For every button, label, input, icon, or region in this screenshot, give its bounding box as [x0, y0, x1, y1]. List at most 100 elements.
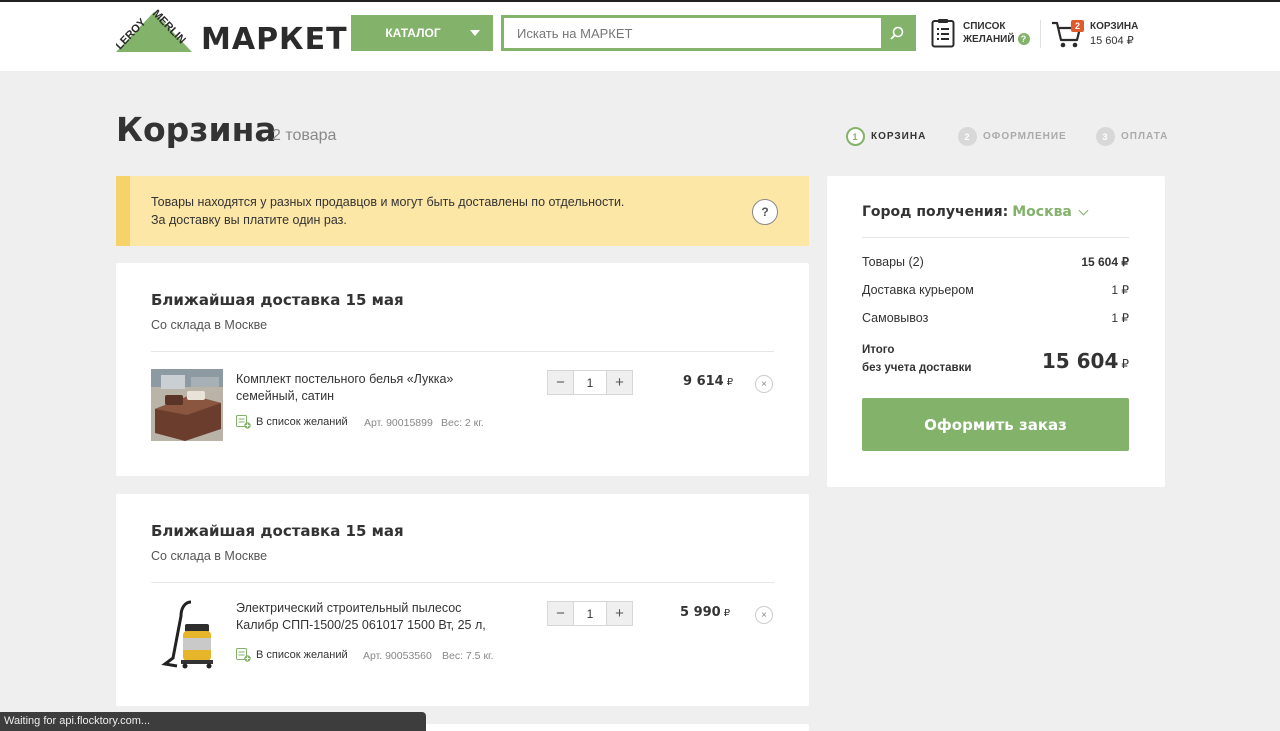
summary-row-courier: Доставка курьером 1 ₽	[862, 283, 1129, 297]
browser-status-bar: Waiting for api.flocktory.com...	[0, 712, 426, 731]
divider	[151, 582, 774, 583]
remove-item-button[interactable]: ×	[755, 606, 773, 624]
product-name[interactable]: Комплект постельного белья «Лукка» семей…	[236, 371, 506, 405]
step-number: 3	[1096, 127, 1115, 146]
quantity-stepper: − +	[547, 601, 633, 626]
step-cart: 1 КОРЗИНА	[846, 127, 926, 146]
row-label: Самовывоз	[862, 311, 929, 325]
wishlist-link[interactable]: СПИСОК ЖЕЛАНИЙ?	[931, 16, 1030, 50]
increase-button[interactable]: +	[607, 371, 632, 394]
quantity-stepper: − +	[547, 370, 633, 395]
summary-row-goods: Товары (2) 15 604 ₽	[862, 255, 1129, 269]
leroy-merlin-logo-icon: LEROY MERLIN	[114, 8, 192, 52]
product-weight: Вес: 2 кг.	[441, 417, 484, 429]
total-label-line1: Итого	[862, 344, 895, 356]
search-button[interactable]	[881, 18, 913, 48]
cart-link[interactable]: 2 КОРЗИНА 15 604 ₽	[1051, 16, 1138, 52]
cart-label: КОРЗИНА	[1090, 21, 1139, 32]
product-name-line2: семейный, сатин	[236, 389, 335, 403]
clipboard-list-icon	[931, 19, 955, 48]
shipment-card: Ближайшая доставка 15 мая Со склада в Мо…	[116, 263, 809, 476]
wishlist-line2: ЖЕЛАНИЙ	[963, 34, 1015, 45]
step-label: ОФОРМЛЕНИЕ	[983, 131, 1067, 142]
cart-text: КОРЗИНА 15 604 ₽	[1090, 20, 1138, 48]
seller-notice: Товары находятся у разных продавцов и мо…	[116, 176, 809, 246]
shipment-subtitle: Со склада в Москве	[151, 318, 268, 332]
wishlist-add-icon	[236, 648, 251, 662]
product-price: 9 614 ₽	[683, 374, 733, 389]
quantity-input[interactable]	[573, 602, 607, 625]
decrease-button[interactable]: −	[548, 371, 573, 394]
cart-icon-wrap: 2	[1051, 18, 1084, 50]
total-label-line2: без учета доставки	[862, 362, 972, 374]
catalog-label: КАТАЛОГ	[385, 26, 441, 40]
chevron-down-icon	[1078, 205, 1089, 215]
increase-button[interactable]: +	[607, 602, 632, 625]
product-image-vacuum[interactable]	[151, 598, 223, 670]
row-label: Доставка курьером	[862, 283, 974, 297]
divider	[151, 351, 774, 352]
search-input[interactable]	[504, 18, 884, 48]
step-checkout: 2 ОФОРМЛЕНИЕ	[958, 127, 1067, 146]
add-to-wishlist-link[interactable]: В список желаний	[236, 648, 348, 662]
add-to-wishlist-link[interactable]: В список желаний	[236, 415, 348, 429]
product-name-line1: Электрический строительный пылесос	[236, 601, 462, 615]
search-box	[501, 15, 916, 51]
currency: ₽	[1121, 357, 1129, 371]
city-value[interactable]: Москва	[1012, 204, 1072, 220]
row-value: 1 ₽	[1111, 311, 1129, 325]
shipment-title: Ближайшая доставка 15 мая	[151, 291, 404, 309]
quantity-input[interactable]	[573, 371, 607, 394]
total-value: 15 604 ₽	[1042, 349, 1129, 373]
notice-help-button[interactable]: ?	[752, 199, 778, 225]
cart-total: 15 604 ₽	[1090, 35, 1134, 47]
product-name-line1: Комплект постельного белья «Лукка»	[236, 372, 454, 386]
product-name[interactable]: Электрический строительный пылесос Калиб…	[236, 600, 536, 634]
row-value: 15 604 ₽	[1081, 255, 1129, 269]
logo[interactable]: LEROY MERLIN МАРКЕТ	[114, 6, 347, 57]
decrease-button[interactable]: −	[548, 602, 573, 625]
shipment-title: Ближайшая доставка 15 мая	[151, 522, 404, 540]
place-order-button[interactable]: Оформить заказ	[862, 398, 1129, 451]
city-selector[interactable]: Город получения: Москва	[862, 204, 1089, 220]
city-label: Город получения:	[862, 204, 1009, 220]
product-article: Арт. 90015899	[364, 417, 433, 429]
order-summary: Город получения: Москва Товары (2) 15 60…	[827, 176, 1165, 487]
checkout-steps: 1 КОРЗИНА 2 ОФОРМЛЕНИЕ 3 ОПЛАТА	[846, 127, 1167, 147]
total-label: Итого без учета доставки	[862, 341, 971, 377]
row-value: 1 ₽	[1111, 283, 1129, 297]
product-name-line2: Калибр СПП-1500/25 061017 1500 Вт, 25 л,	[236, 618, 486, 632]
currency: ₽	[723, 608, 731, 619]
product-weight: Вес: 7.5 кг.	[442, 650, 494, 662]
wishlist-add-icon	[236, 415, 251, 429]
catalog-button[interactable]: КАТАЛОГ	[351, 15, 493, 51]
currency: ₽	[726, 377, 734, 388]
product-article: Арт. 90053560	[363, 650, 432, 662]
page-title: Корзина	[116, 110, 277, 149]
shipment-card: Ближайшая доставка 15 мая Со склада в Мо…	[116, 494, 809, 706]
item-count: 2 товара	[272, 127, 337, 144]
caret-down-icon	[470, 30, 480, 36]
row-label: Товары (2)	[862, 255, 924, 269]
remove-item-button[interactable]: ×	[755, 375, 773, 393]
cart-count-badge: 2	[1071, 20, 1084, 32]
shipment-subtitle: Со склада в Москве	[151, 549, 268, 563]
wishlist-text: СПИСОК ЖЕЛАНИЙ?	[963, 20, 1030, 46]
step-label: КОРЗИНА	[871, 131, 927, 142]
price-value: 9 614	[683, 374, 724, 389]
summary-row-pickup: Самовывоз 1 ₽	[862, 311, 1129, 325]
wishlist-label: В список желаний	[256, 416, 348, 428]
search-icon	[890, 26, 904, 40]
notice-line2: За доставку вы платите один раз.	[151, 213, 347, 227]
notice-line1: Товары находятся у разных продавцов и мо…	[151, 195, 625, 209]
help-icon[interactable]: ?	[1017, 33, 1030, 46]
product-image-bedding[interactable]	[151, 369, 223, 441]
wishlist-label: В список желаний	[256, 649, 348, 661]
header-divider	[1040, 20, 1041, 48]
divider	[862, 237, 1129, 238]
price-value: 5 990	[680, 605, 721, 620]
step-number: 2	[958, 127, 977, 146]
product-price: 5 990 ₽	[680, 605, 730, 620]
total-amount: 15 604	[1041, 349, 1119, 373]
notice-text: Товары находятся у разных продавцов и мо…	[151, 193, 624, 229]
